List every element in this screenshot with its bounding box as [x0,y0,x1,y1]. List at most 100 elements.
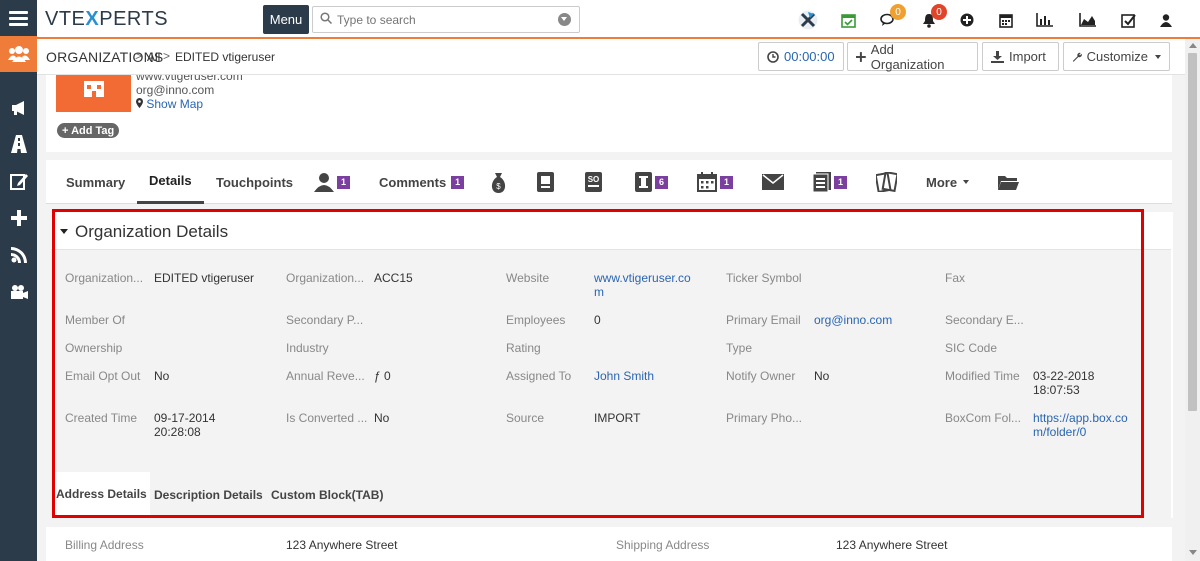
user-icon [314,173,334,192]
calendar-icon[interactable] [996,10,1016,30]
tab-quotes[interactable] [537,170,554,194]
global-search[interactable] [312,6,580,33]
tickets-icon [876,172,897,192]
field-label: Primary Pho... [726,411,803,425]
field-value[interactable]: 0 [594,313,601,328]
users-icon[interactable] [0,36,37,72]
tab-details[interactable]: Details [137,160,204,204]
logo[interactable]: VTEXPERTS [45,8,168,31]
field-value[interactable]: No [374,411,389,426]
add-organization-button[interactable]: Add Organization [847,42,978,72]
plus-icon[interactable] [0,200,37,236]
scroll-down-icon[interactable] [1189,550,1197,555]
vtexperts-extension-icon[interactable] [798,10,818,30]
comments-label: Comments [379,174,447,190]
boxcom-folder-link[interactable]: https://app.box.co [1033,411,1128,426]
add-circle-icon[interactable] [957,10,977,30]
tab-touchpoints[interactable]: Touchpoints [216,160,293,204]
add-tag-button[interactable]: + Add Tag [57,123,120,138]
page-scrollbar[interactable] [1185,39,1200,561]
primary-email-link[interactable]: org@inno.com [814,313,892,328]
assigned-to-link[interactable]: John Smith [594,369,654,384]
subtab-address-details[interactable]: Address Details [53,472,150,518]
field-label: Secondary E... [945,313,1024,327]
search-input[interactable] [337,10,547,30]
breadcrumb-all[interactable]: All [147,50,160,64]
bell-icon[interactable]: 0 [919,4,947,30]
record-email[interactable]: org@inno.com [136,83,214,97]
chat-icon[interactable]: 0 [878,4,906,30]
calendar-check-icon[interactable] [838,10,858,30]
building-icon [84,81,104,97]
website-link-cont[interactable]: m [594,285,604,300]
field-label: Type [726,341,753,355]
menu-icon[interactable] [0,0,37,36]
area-chart-icon[interactable] [1077,10,1097,30]
tab-summary[interactable]: Summary [66,160,125,204]
tab-contacts[interactable]: 1 [314,170,350,194]
customize-button[interactable]: Customize [1063,42,1170,71]
boxcom-folder-link-cont[interactable]: m/folder/0 [1033,425,1086,440]
timer-button[interactable]: 00:00:00 [758,42,844,71]
scroll-thumb[interactable] [1188,53,1197,411]
field-value[interactable]: No [814,369,829,384]
tab-vendors[interactable] [876,170,897,194]
menu-button[interactable]: Menu [263,5,309,34]
record-website[interactable]: www.vtigeruser.com [136,75,243,83]
field-value[interactable]: ƒ 0 [374,369,391,384]
tab-emails[interactable] [762,170,784,194]
plus-icon [856,51,866,62]
details-header[interactable]: Organization Details [51,212,1171,250]
edit-icon[interactable] [0,163,37,199]
megaphone-icon[interactable] [0,90,37,126]
field-label: Website [506,271,550,285]
field-label: Assigned To [506,369,572,383]
field-label: Primary Email [726,313,801,327]
field-value[interactable]: IMPORT [594,411,640,426]
tasks-icon[interactable] [1118,10,1138,30]
map-marker-icon [136,98,143,108]
bar-chart-icon[interactable] [1034,10,1054,30]
breadcrumb-module[interactable]: ORGANIZATIONS [46,49,163,65]
scroll-up-icon[interactable] [1189,43,1197,48]
comments-count-badge: 1 [451,175,465,189]
tab-documents[interactable]: 1 [813,170,847,194]
field-value[interactable]: EDITED vtigeruser [154,271,254,286]
rss-icon[interactable] [0,237,37,273]
tab-tickets[interactable]: 6 [635,170,668,194]
show-map-link[interactable]: Show Map [136,97,203,111]
chat-count-badge: 0 [890,4,906,20]
shipping-address-value[interactable]: 123 Anywhere Street [836,538,947,553]
billing-address-value[interactable]: 123 Anywhere Street [286,538,397,553]
shipping-address-label: Shipping Address [616,538,710,552]
subtab-description-details[interactable]: Description Details [151,472,266,518]
tab-events[interactable]: 1 [697,170,733,194]
notification-count-badge: 0 [931,4,947,20]
documents-count-badge: 1 [834,175,847,189]
search-options-icon[interactable] [558,13,571,26]
field-label: Created Time [65,411,138,425]
tab-folder[interactable] [998,170,1019,194]
tickets-count-badge: 6 [655,175,668,189]
tab-sales-orders[interactable]: SO [585,170,602,194]
field-label: Member Of [65,313,126,327]
field-value[interactable]: No [154,369,169,384]
user-profile-icon[interactable] [1156,10,1176,30]
field-label: BoxCom Fol... [945,411,1022,425]
video-icon[interactable] [0,274,37,310]
details-title: Organization Details [75,222,229,241]
field-value[interactable]: ACC15 [374,271,413,286]
tab-opportunities[interactable]: $ [490,170,507,194]
road-icon[interactable] [0,126,37,162]
collapse-caret-icon[interactable] [60,229,68,234]
field-value: 03-22-2018 [1033,369,1095,383]
subtab-custom-block[interactable]: Custom Block(TAB) [268,472,386,518]
website-link[interactable]: www.vtigeruser.co [594,271,691,286]
tab-more[interactable]: More [926,160,970,204]
tab-comments[interactable]: Comments 1 [379,160,465,204]
import-button[interactable]: Import [982,42,1059,71]
events-count-badge: 1 [720,175,733,189]
organization-details-block: Organization Details Organization... EDI… [51,212,1173,518]
contacts-count-badge: 1 [337,175,350,189]
organization-image [56,75,131,112]
